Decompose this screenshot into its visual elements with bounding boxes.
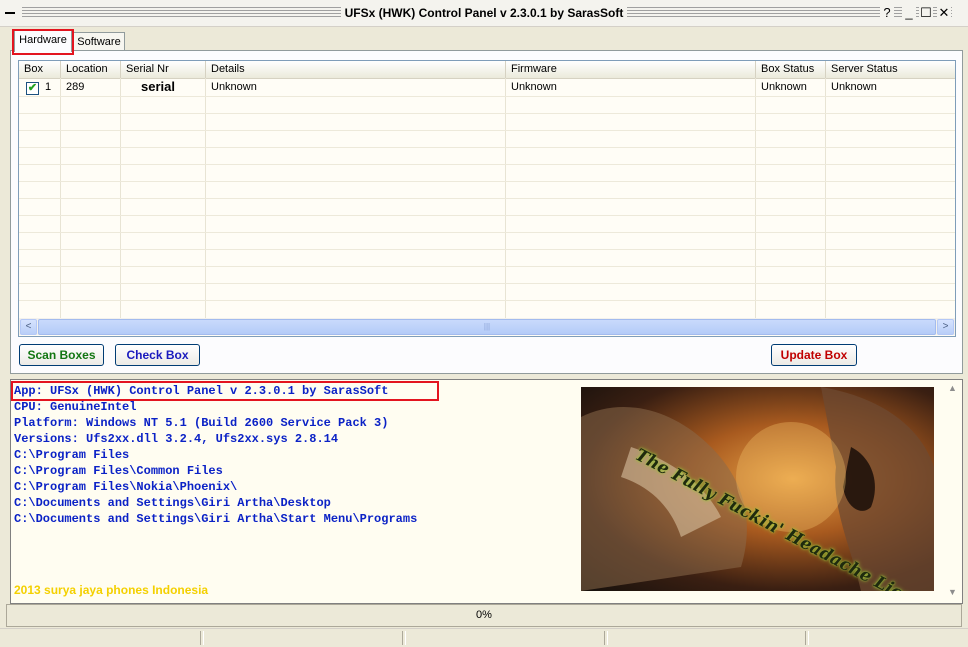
log-line: Versions: Ufs2xx.dll 3.2.4, Ufs2xx.sys 2… bbox=[14, 432, 339, 446]
status-separator bbox=[604, 631, 608, 645]
log-line: C:\Program Files\Common Files bbox=[14, 464, 223, 478]
column-header-firmware[interactable]: Firmware bbox=[506, 61, 756, 78]
scroll-up-icon[interactable]: ▲ bbox=[945, 381, 960, 396]
grid-line bbox=[19, 249, 955, 250]
close-button[interactable]: ✕ bbox=[937, 6, 951, 20]
progress-label: 0% bbox=[476, 609, 492, 621]
grid-line bbox=[19, 232, 955, 233]
scan-boxes-button[interactable]: Scan Boxes bbox=[19, 344, 104, 366]
status-separator bbox=[805, 631, 809, 645]
scroll-down-icon[interactable]: ▼ bbox=[945, 585, 960, 600]
log-line: C:\Program Files\Nokia\Phoenix\ bbox=[14, 480, 238, 494]
cell-server-status[interactable]: Unknown bbox=[831, 79, 877, 96]
grid-line bbox=[19, 96, 955, 97]
cell-box[interactable]: 1 bbox=[45, 79, 51, 96]
title-bar[interactable]: UFSx (HWK) Control Panel v 2.3.0.1 by Sa… bbox=[0, 0, 968, 27]
credits-text: 2013 surya jaya phones Indonesia bbox=[14, 583, 209, 597]
grid-line bbox=[19, 181, 955, 182]
column-header-location[interactable]: Location bbox=[61, 61, 121, 78]
grid-line bbox=[19, 130, 955, 131]
cell-serial[interactable]: serial bbox=[141, 78, 175, 95]
log-line: C:\Documents and Settings\Giri Artha\Sta… bbox=[14, 512, 418, 526]
column-header-box[interactable]: Box bbox=[19, 61, 61, 78]
log-line: Platform: Windows NT 5.1 (Build 2600 Ser… bbox=[14, 416, 389, 430]
status-separator bbox=[200, 631, 204, 645]
column-header-details[interactable]: Details bbox=[206, 61, 506, 78]
grid-line bbox=[19, 283, 955, 284]
grid-line bbox=[19, 147, 955, 148]
maximize-button[interactable]: ☐ bbox=[919, 6, 933, 20]
log-line: C:\Documents and Settings\Giri Artha\Des… bbox=[14, 496, 331, 510]
log-line: CPU: GenuineIntel bbox=[14, 400, 137, 414]
log-line-highlight bbox=[11, 381, 439, 401]
log-vertical-scrollbar[interactable]: ▲ ▼ bbox=[944, 380, 961, 602]
lion-artwork-image: The Fully Fuckin' Headache Lion bbox=[581, 387, 934, 591]
grid-line bbox=[19, 300, 955, 301]
update-box-button[interactable]: Update Box bbox=[771, 344, 857, 366]
status-separator bbox=[402, 631, 406, 645]
scroll-left-button[interactable]: < bbox=[20, 319, 37, 335]
log-line: C:\Program Files bbox=[14, 448, 130, 462]
help-button[interactable]: ? bbox=[880, 6, 894, 20]
column-header-serial[interactable]: Serial Nr bbox=[121, 61, 206, 78]
lion-artwork-shapes bbox=[581, 387, 934, 591]
column-header-box-status[interactable]: Box Status bbox=[756, 61, 826, 78]
check-box-button[interactable]: Check Box bbox=[115, 344, 200, 366]
grid-line bbox=[19, 198, 955, 199]
log-panel[interactable]: App: UFSx (HWK) Control Panel v 2.3.0.1 … bbox=[10, 379, 963, 604]
progress-bar: 0% bbox=[6, 604, 962, 627]
horizontal-scrollbar[interactable]: < ||| > bbox=[19, 318, 955, 335]
window-title: UFSx (HWK) Control Panel v 2.3.0.1 by Sa… bbox=[0, 6, 968, 20]
grid-line bbox=[19, 164, 955, 165]
cell-details[interactable]: Unknown bbox=[211, 79, 257, 96]
tab-hardware-highlight bbox=[12, 29, 74, 55]
box-grid[interactable]: Box Location Serial Nr Details Firmware … bbox=[18, 60, 956, 337]
grid-line bbox=[19, 215, 955, 216]
status-bar bbox=[0, 628, 968, 647]
cell-box-status[interactable]: Unknown bbox=[761, 79, 807, 96]
cell-firmware[interactable]: Unknown bbox=[511, 79, 557, 96]
grid-header: Box Location Serial Nr Details Firmware … bbox=[19, 61, 955, 79]
column-header-server-status[interactable]: Server Status bbox=[826, 61, 955, 78]
tab-software[interactable]: Software bbox=[73, 32, 125, 51]
scroll-thumb[interactable]: ||| bbox=[38, 319, 936, 335]
grid-line bbox=[19, 266, 955, 267]
box-1-checkbox[interactable]: ✔ bbox=[26, 82, 39, 95]
cell-location[interactable]: 289 bbox=[66, 79, 84, 96]
scroll-right-button[interactable]: > bbox=[937, 319, 954, 335]
grid-line bbox=[19, 113, 955, 114]
minimize-button[interactable]: _ bbox=[902, 6, 916, 20]
